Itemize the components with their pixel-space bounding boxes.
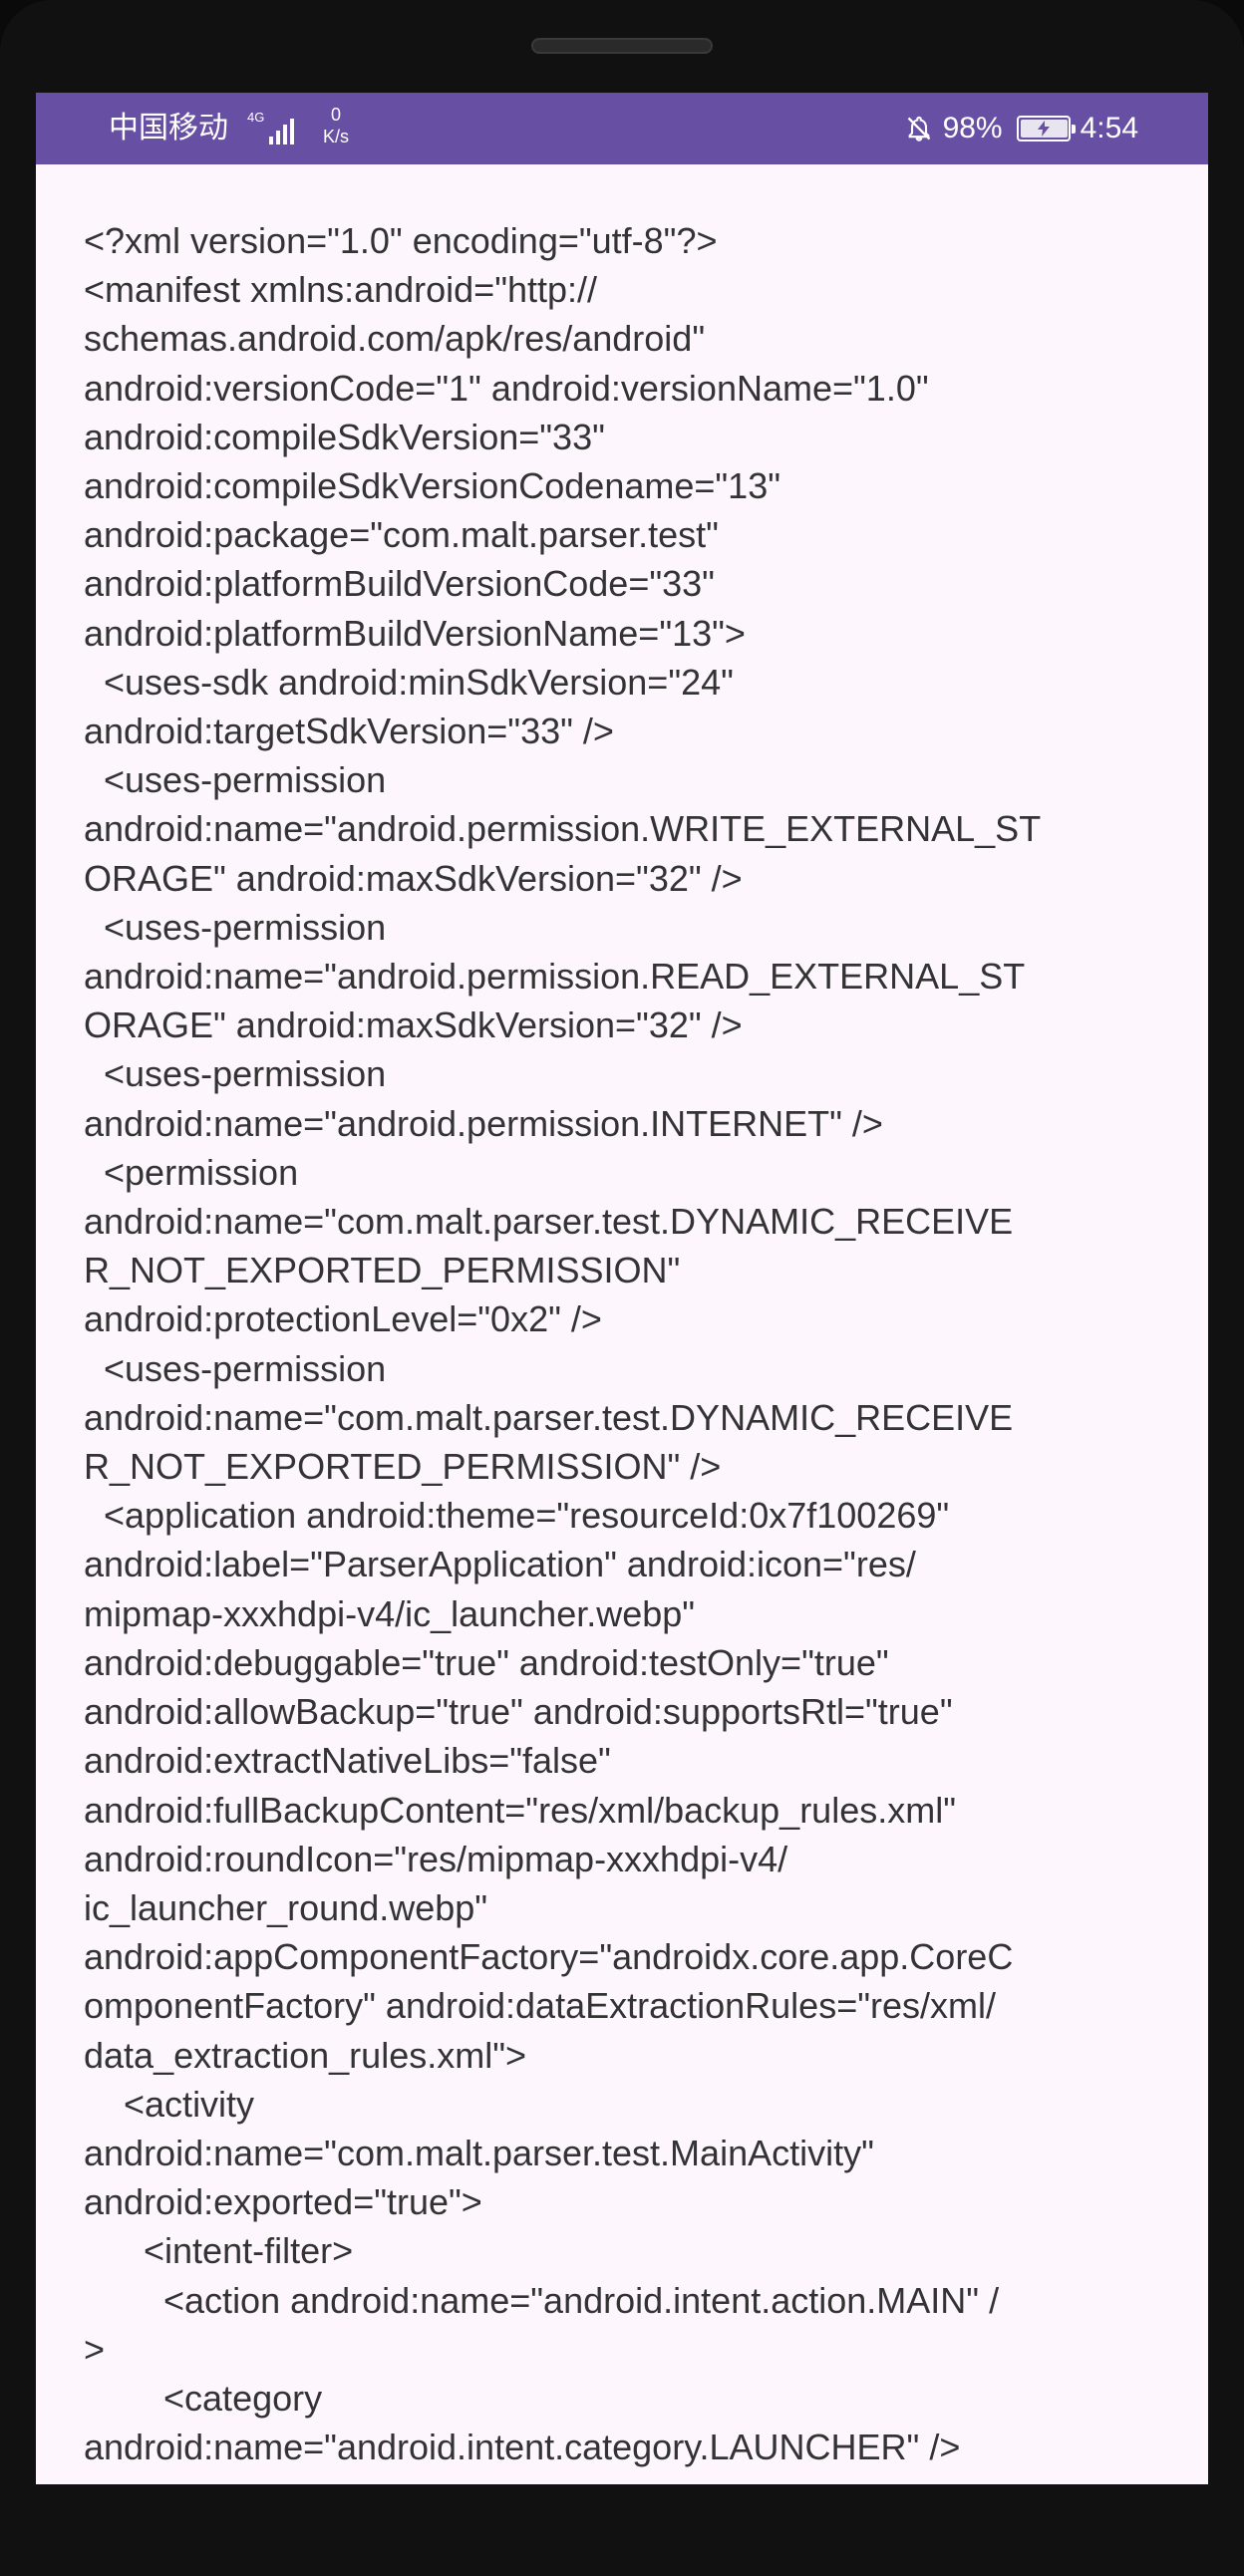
manifest-line: android:versionCode="1" android:versionN… <box>84 367 929 409</box>
manifest-line: android:appComponentFactory="androidx.co… <box>84 1936 1014 1978</box>
earpiece-speaker <box>531 38 713 54</box>
manifest-line: android:platformBuildVersionName="13"> <box>84 612 746 654</box>
manifest-line: android:label="ParserApplication" androi… <box>84 1544 916 1585</box>
manifest-line: android:name="com.malt.parser.test.DYNAM… <box>84 1201 1014 1243</box>
manifest-line: <activity <box>84 2083 255 2125</box>
manifest-line: schemas.android.com/apk/res/android" <box>84 318 706 360</box>
manifest-line: android:fullBackupContent="res/xml/backu… <box>84 1789 956 1831</box>
manifest-line: android:exported="true"> <box>84 2181 482 2223</box>
manifest-line: ORAGE" android:maxSdkVersion="32" /> <box>84 857 743 899</box>
phone-device: 中国移动 4G 0 K/s 98% 4:54 <?xml version="1.… <box>0 0 1244 2576</box>
manifest-line: android:compileSdkVersionCodename="13" <box>84 465 780 507</box>
manifest-line: android:package="com.malt.parser.test" <box>84 514 719 556</box>
network-speed-unit: K/s <box>322 127 349 146</box>
manifest-line: ic_launcher_round.webp" <box>84 1886 488 1928</box>
manifest-line: android:name="android.permission.WRITE_E… <box>84 808 1042 850</box>
manifest-line: mipmap-xxxhdpi-v4/ic_launcher.webp" <box>84 1592 696 1634</box>
manifest-line: R_NOT_EXPORTED_PERMISSION" <box>84 1250 681 1291</box>
manifest-line: <application android:theme="resourceId:0… <box>84 1495 950 1537</box>
manifest-line: R_NOT_EXPORTED_PERMISSION" /> <box>84 1446 722 1488</box>
carrier-name: 中国移动 <box>109 112 228 144</box>
manifest-line: android:protectionLevel="0x2" /> <box>84 1298 602 1340</box>
manifest-line: android:name="android.permission.READ_EX… <box>84 956 1026 998</box>
manifest-line: <uses-permission <box>84 1053 387 1095</box>
network-speed: 0 K/s <box>316 104 356 147</box>
screen: 中国移动 4G 0 K/s 98% 4:54 <?xml version="1.… <box>36 93 1208 2484</box>
notifications-off-icon <box>907 116 930 142</box>
manifest-line: android:roundIcon="res/mipmap-xxxhdpi-v4… <box>84 1838 788 1879</box>
manifest-xml-text: <?xml version="1.0" encoding="utf-8"?> <… <box>84 216 1200 2471</box>
clock-time: 4:54 <box>1080 112 1138 144</box>
manifest-line: android:name="com.malt.parser.test.DYNAM… <box>84 1396 1014 1438</box>
manifest-line: android:compileSdkVersion="33" <box>84 416 605 457</box>
manifest-line: <uses-permission <box>84 1347 387 1389</box>
manifest-line: omponentFactory" android:dataExtractionR… <box>84 1985 996 2027</box>
manifest-line: <category <box>84 2377 323 2419</box>
manifest-line: ORAGE" android:maxSdkVersion="32" /> <box>84 1004 743 1046</box>
network-speed-value: 0 <box>330 105 341 125</box>
battery-percent: 98% <box>942 112 1003 144</box>
manifest-line: android:platformBuildVersionCode="33" <box>84 563 715 605</box>
manifest-line: <uses-permission <box>84 906 387 948</box>
status-bar-right: 98% 4:54 <box>905 111 1138 146</box>
manifest-line: data_extraction_rules.xml"> <box>84 2034 527 2076</box>
signal-icon: 4G <box>247 110 295 144</box>
manifest-line: > <box>84 2328 106 2370</box>
manifest-line: <permission <box>84 1151 299 1193</box>
manifest-line: android:name="com.malt.parser.test.MainA… <box>84 2132 874 2173</box>
manifest-line: <action android:name="android.intent.act… <box>84 2279 1000 2321</box>
battery-charging-icon <box>1016 116 1076 142</box>
status-bar: 中国移动 4G 0 K/s 98% 4:54 <box>36 93 1208 164</box>
network-type: 4G <box>247 110 265 125</box>
manifest-line: android:name="android.intent.category.LA… <box>84 2427 961 2468</box>
manifest-line: android:extractNativeLibs="false" <box>84 1740 611 1782</box>
manifest-line: android:debuggable="true" android:testOn… <box>84 1641 889 1683</box>
manifest-line: <?xml version="1.0" encoding="utf-8"?> <box>84 220 718 261</box>
manifest-line: <intent-filter> <box>84 2230 354 2272</box>
manifest-line: <manifest xmlns:android="http:// <box>84 269 598 311</box>
manifest-line: android:name="android.permission.INTERNE… <box>84 1102 883 1144</box>
manifest-line: <uses-sdk android:minSdkVersion="24" <box>84 661 734 703</box>
manifest-line: android:allowBackup="true" android:suppo… <box>84 1691 953 1733</box>
manifest-line: android:targetSdkVersion="33" /> <box>84 711 614 752</box>
manifest-line: <uses-permission <box>84 759 387 801</box>
